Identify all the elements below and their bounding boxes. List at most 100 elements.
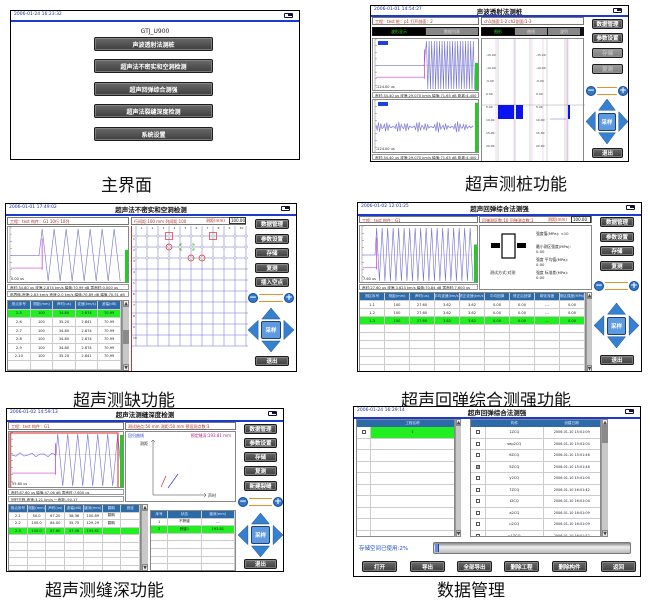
table-row[interactable]: 2-1 50.0 67.20 38.38 100.89 翻转 xyxy=(9,512,140,521)
button-exit[interactable]: 退出 xyxy=(255,356,289,366)
tab-data-list[interactable]: 数据列表 xyxy=(426,28,478,35)
member-checkbox[interactable]: ✓ xyxy=(476,464,480,469)
member-row[interactable]: sep2CQ 2006-01-10 15:01:04 xyxy=(471,438,600,450)
button-data-management[interactable]: 数据管理 xyxy=(255,219,289,229)
column-header[interactable]: 缝深(mm) xyxy=(202,511,235,518)
project-row[interactable]: 1 xyxy=(357,427,454,439)
direction-pad[interactable]: 采样 xyxy=(238,513,283,557)
member-row[interactable]: t2CQ 2006-01-10 16:01:04 xyxy=(471,496,600,508)
minus-button[interactable]: − xyxy=(594,281,604,291)
button-parameter-settings[interactable]: 参数设置 xyxy=(255,234,289,244)
scroll-up-icon[interactable]: ▲ xyxy=(602,419,608,426)
plus-button[interactable]: + xyxy=(618,86,628,96)
column-header[interactable]: 波幅(dB) xyxy=(65,505,84,512)
column-header[interactable]: 波速(km/s) xyxy=(76,301,99,309)
column-header[interactable]: 平均波速(km/s) xyxy=(435,293,460,300)
plus-button[interactable]: + xyxy=(273,497,283,507)
column-header[interactable]: 测区强度(MPa) xyxy=(560,293,585,300)
column-header[interactable]: 构件 xyxy=(486,420,543,427)
scrollbar[interactable]: ▲ ▼ xyxy=(586,292,592,371)
member-checkbox[interactable] xyxy=(476,499,480,504)
button-save[interactable]: 存储 xyxy=(600,246,634,256)
table-row[interactable]: 2-10 100 35.20 2.841 70.99 xyxy=(8,352,121,362)
button-save[interactable]: 存储 xyxy=(244,452,277,462)
plus-button[interactable]: + xyxy=(284,293,294,303)
menu-system-settings[interactable]: 系统设置 xyxy=(94,127,213,141)
button-extra[interactable]: 插入空点 xyxy=(255,277,289,287)
table-row[interactable]: 2-8 100 34.80 2.874 70.99 xyxy=(8,335,121,344)
column-header[interactable]: 状态 xyxy=(168,511,202,518)
sample-button[interactable]: 采样 xyxy=(260,321,282,339)
member-row[interactable]: u2CQ 2006-01-10 16:01:09 xyxy=(471,519,600,531)
member-checkbox[interactable] xyxy=(476,510,480,515)
table-row[interactable]: 2-5 100 34.80 2.874 70.99 xyxy=(8,309,121,319)
column-header[interactable]: 测点序号 xyxy=(8,301,31,309)
export-button[interactable]: 导出 xyxy=(410,561,445,572)
menu-crack-test[interactable]: 超声法裂缝深度检测 xyxy=(94,104,213,118)
scrollbar[interactable]: ▲ ▼ xyxy=(122,300,129,371)
button-parameter-settings[interactable]: 参数设置 xyxy=(592,33,623,43)
button-retest[interactable]: 复测 xyxy=(592,64,623,74)
column-header[interactable]: 测距(mm) xyxy=(31,301,54,309)
member-row[interactable]: u1ZCQ 2006-01-10 16:01:52 xyxy=(471,530,600,536)
minus-button[interactable]: − xyxy=(238,497,248,507)
minus-button[interactable]: − xyxy=(586,86,596,96)
table-row[interactable]: 1-2 100 27.60 3.62 3.62 0.00 0.00 --- 0.00 xyxy=(360,309,585,317)
range-input[interactable]: 100.00 xyxy=(571,216,591,223)
column-header[interactable]: 声时(us) xyxy=(46,505,66,512)
scroll-up-icon[interactable]: ▲ xyxy=(587,292,592,299)
column-header[interactable]: 波幅(dB) xyxy=(98,301,121,309)
minus-button[interactable]: − xyxy=(248,293,258,303)
member-row[interactable]: y2CQ 2006-01-10 15:01:04 xyxy=(471,473,600,485)
column-header[interactable]: 平均回弹 xyxy=(485,293,510,300)
member-checkbox[interactable] xyxy=(476,476,480,481)
scrollbar[interactable]: ▲ ▼ xyxy=(601,419,608,537)
table-row[interactable]: 2 跨缝1 193.81 xyxy=(151,526,235,534)
direction-pad[interactable]: 采样 xyxy=(586,99,628,144)
button-exit[interactable]: 退出 xyxy=(592,148,623,158)
column-header[interactable]: 缝深(mm) xyxy=(84,505,103,512)
table-row[interactable]: 2-3 150.0 87.60 47.06 193.81 xyxy=(9,527,140,536)
column-header[interactable]: 测区序号 xyxy=(360,293,385,300)
direction-pad[interactable]: 采样 xyxy=(594,303,639,348)
scroll-down-icon[interactable]: ▼ xyxy=(123,364,129,371)
button-parameter-settings[interactable]: 参数设置 xyxy=(244,438,277,448)
table-row[interactable]: 2-6 100 35.20 2.841 70.99 xyxy=(8,318,121,327)
member-row[interactable]: 7ZCQ 2006-01-10 16:01:42 xyxy=(471,484,600,496)
scroll-down-icon[interactable]: ▼ xyxy=(142,564,148,571)
button-parameter-settings[interactable]: 参数设置 xyxy=(600,232,634,242)
column-header[interactable]: 测距(mm) xyxy=(28,505,47,512)
scroll-up-icon[interactable]: ▲ xyxy=(123,300,129,307)
sample-button[interactable]: 采样 xyxy=(597,112,617,131)
table-row[interactable]: 1 不跨缝 --- xyxy=(151,518,235,527)
column-header[interactable]: 首波 xyxy=(121,505,140,512)
button-data-management[interactable]: 数据管理 xyxy=(600,217,634,227)
scrollbar[interactable]: ▲ ▼ xyxy=(455,419,461,537)
back-button[interactable]: 返回 xyxy=(601,561,636,572)
table-row[interactable]: 1-3 100 27.60 3.62 3.62 0.00 0.00 --- 0.00 xyxy=(360,317,585,325)
member-row[interactable]: a2CQ 2006-01-10 16:01:09 xyxy=(471,507,600,519)
button-extra[interactable]: 新建裂缝 xyxy=(244,481,277,491)
button-exit[interactable]: 退出 xyxy=(600,355,634,365)
button-data-management[interactable]: 数据管理 xyxy=(244,424,277,434)
button-retest[interactable]: 复测 xyxy=(600,261,634,271)
button-save[interactable]: 存储 xyxy=(255,248,289,258)
menu-defect-test[interactable]: 超声法不密实和空洞检测 xyxy=(94,59,213,73)
delete-project-button[interactable]: 删除工程 xyxy=(504,561,539,572)
tab-waveform[interactable]: 波形显示 xyxy=(373,28,425,35)
tab-wave-train[interactable]: 波列 xyxy=(548,28,580,35)
scroll-thumb[interactable] xyxy=(123,330,129,344)
menu-strength-test[interactable]: 超声回弹综合测强 xyxy=(94,82,213,96)
sample-button[interactable]: 采样 xyxy=(250,526,271,544)
button-data-management[interactable]: 数据管理 xyxy=(592,19,623,29)
member-checkbox[interactable] xyxy=(476,453,480,458)
column-header[interactable]: 创建日期 xyxy=(543,420,600,427)
member-row[interactable]: ✓ 5ZCQ 2006-01-10 15:01:48 xyxy=(471,461,600,473)
table-row[interactable]: 1-1 100 27.60 3.62 3.62 0.00 0.00 --- 0.00 xyxy=(360,301,585,309)
sample-button[interactable]: 采样 xyxy=(606,316,627,335)
column-header[interactable]: 修正波速(km/s) xyxy=(460,293,485,300)
project-checkbox[interactable] xyxy=(361,430,366,435)
direction-pad[interactable]: 采样 xyxy=(248,308,294,352)
member-checkbox[interactable] xyxy=(476,522,480,527)
column-header[interactable]: 测距(mm) xyxy=(385,293,410,300)
